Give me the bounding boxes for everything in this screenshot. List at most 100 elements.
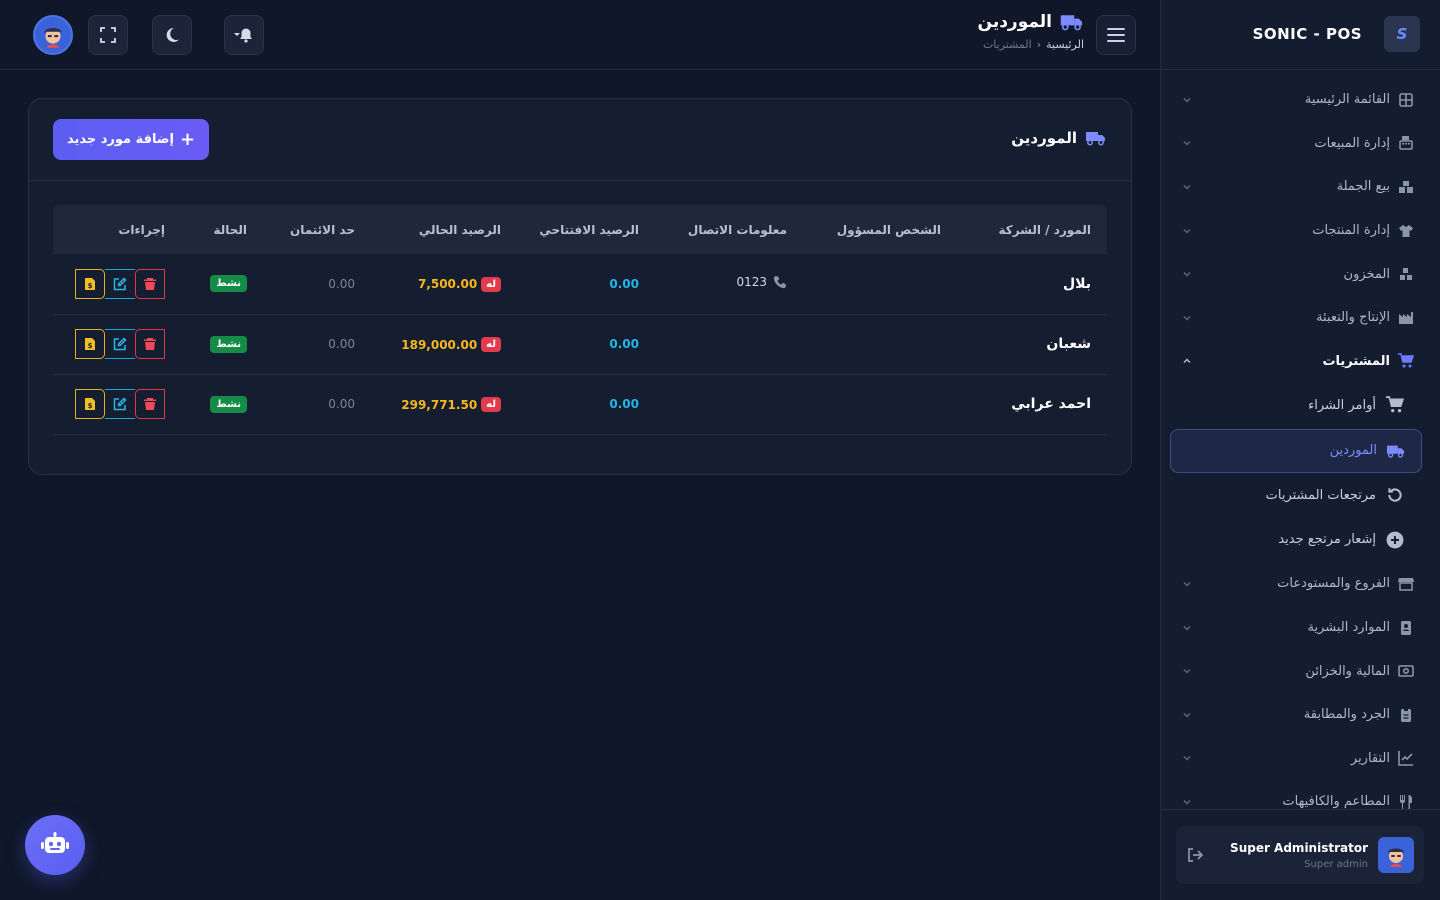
delete-button[interactable] xyxy=(135,389,165,419)
sidebar-item-branches[interactable]: الفروع والمستودعات xyxy=(1160,562,1440,606)
supplier-name[interactable]: شعبان xyxy=(1046,336,1091,352)
sidebar-item-dashboard[interactable]: القائمة الرئيسية xyxy=(1160,78,1440,122)
assistant-bot-button[interactable] xyxy=(25,815,85,875)
table-row[interactable]: احمد عرابي 0.00 له 299,771.50 0.00 نشط $ xyxy=(53,374,1107,435)
statement-button[interactable]: $ xyxy=(75,329,105,359)
edit-icon xyxy=(113,337,127,351)
sidebar-item-label: الجرد والمطابقة xyxy=(1303,707,1390,723)
truck-icon xyxy=(1387,445,1405,458)
menu-toggle-button[interactable] xyxy=(1096,15,1136,55)
user-info: Super Administrator Super admin xyxy=(1214,841,1368,870)
col-credit-limit[interactable]: حد الائتمان xyxy=(263,205,371,254)
sidebar-menu: القائمة الرئيسية إدارة المبيعات بيع الجم… xyxy=(1160,78,1440,824)
sidebar-item-restaurants[interactable]: المطاعم والكافيهات xyxy=(1160,780,1440,824)
chevron-down-icon xyxy=(1183,625,1191,631)
submenu-item-new-return[interactable]: إشعار مرتجع جديد xyxy=(1160,518,1440,563)
row-actions: $ xyxy=(75,389,165,419)
submenu-item-purchase-orders[interactable]: أوامر الشراء xyxy=(1160,383,1440,428)
breadcrumb-home[interactable]: الرئيسية xyxy=(1046,38,1084,51)
col-contact-person[interactable]: الشخص المسؤول xyxy=(803,205,957,254)
edit-button[interactable] xyxy=(105,268,135,299)
card-header: الموردين + إضافة مورد جديد xyxy=(29,99,1131,181)
credit-limit: 0.00 xyxy=(328,397,355,411)
top-header: الموردين الرئيسية › المشتريات xyxy=(0,0,1160,70)
sidebar-item-reports[interactable]: التقارير xyxy=(1160,737,1440,781)
sidebar: S SONIC - POS القائمة الرئيسية إدارة الم… xyxy=(1160,0,1440,900)
fullscreen-button[interactable] xyxy=(88,15,128,55)
supplier-name[interactable]: بلال xyxy=(1063,276,1091,292)
card-title-text: الموردين xyxy=(1011,129,1077,147)
phone-icon xyxy=(773,276,787,289)
shirt-icon xyxy=(1399,224,1413,237)
invoice-dollar-icon: $ xyxy=(85,338,95,350)
col-supplier[interactable]: المورد / الشركة xyxy=(957,205,1107,254)
sidebar-item-label: إدارة المنتجات xyxy=(1312,223,1390,239)
balance-direction-badge: له xyxy=(481,397,501,412)
statement-button[interactable]: $ xyxy=(75,389,105,419)
sidebar-item-products[interactable]: إدارة المنتجات xyxy=(1160,209,1440,253)
user-card[interactable]: Super Administrator Super admin xyxy=(1176,826,1424,884)
col-status[interactable]: الحالة xyxy=(181,205,263,254)
trash-icon xyxy=(144,338,156,350)
sidebar-item-purchases[interactable]: المشتريات xyxy=(1160,340,1440,384)
boxes-icon xyxy=(1399,180,1413,193)
supplier-name[interactable]: احمد عرابي xyxy=(1011,396,1091,412)
sidebar-item-stocktake[interactable]: الجرد والمطابقة xyxy=(1160,693,1440,737)
plus-icon: + xyxy=(179,128,196,150)
sidebar-item-sales[interactable]: إدارة المبيعات xyxy=(1160,122,1440,166)
submenu-item-label: مرتجعات المشتريات xyxy=(1265,487,1376,503)
table-row[interactable]: شعبان 0.00 له 189,000.00 0.00 نشط $ xyxy=(53,314,1107,375)
chevron-up-icon xyxy=(1183,358,1191,364)
sidebar-item-finance[interactable]: المالية والخزائن xyxy=(1160,649,1440,693)
theme-toggle-button[interactable] xyxy=(152,15,192,55)
balance-amount: 189,000.00 xyxy=(401,337,478,352)
delete-button[interactable] xyxy=(135,329,165,359)
card-title: الموردين xyxy=(1011,129,1107,147)
table-row[interactable]: بلال 0123 0.00 له 7,500.00 0.00 نشط $ xyxy=(53,254,1107,315)
opening-balance: 0.00 xyxy=(609,276,639,291)
balance-amount: 299,771.50 xyxy=(401,397,478,412)
invoice-dollar-icon: $ xyxy=(85,277,95,290)
cart-icon xyxy=(1398,353,1414,368)
stock-icon xyxy=(1400,268,1412,281)
breadcrumb: الرئيسية › المشتريات xyxy=(978,38,1084,51)
logout-icon[interactable] xyxy=(1186,846,1204,864)
col-current-balance[interactable]: الرصيد الحالي xyxy=(371,205,517,254)
submenu-item-purchase-returns[interactable]: مرتجعات المشتريات xyxy=(1160,473,1440,518)
utensils-icon xyxy=(1400,794,1412,809)
sidebar-item-label: المالية والخزائن xyxy=(1305,663,1390,679)
col-contact-info[interactable]: معلومات الاتصال xyxy=(655,205,803,254)
notifications-button[interactable] xyxy=(224,15,264,55)
chart-line-icon xyxy=(1398,751,1413,767)
edit-button[interactable] xyxy=(105,329,135,359)
edit-button[interactable] xyxy=(105,389,135,419)
expand-icon xyxy=(100,27,116,43)
delete-button[interactable] xyxy=(135,268,165,299)
page-title-text: الموردين xyxy=(977,12,1052,32)
chevron-down-icon xyxy=(1183,184,1191,190)
divider xyxy=(1161,69,1440,70)
sidebar-item-hr[interactable]: الموارد البشرية xyxy=(1160,606,1440,650)
col-opening-balance[interactable]: الرصيد الافتتاحي xyxy=(517,205,655,254)
sidebar-item-wholesale[interactable]: بيع الجملة xyxy=(1160,165,1440,209)
table-header-row: المورد / الشركة الشخص المسؤول معلومات ال… xyxy=(53,205,1107,254)
balance-amount: 7,500.00 xyxy=(417,277,478,292)
sidebar-item-label: القائمة الرئيسية xyxy=(1304,92,1390,108)
status-badge: نشط xyxy=(210,335,247,353)
money-icon xyxy=(1398,665,1414,677)
credit-limit: 0.00 xyxy=(328,276,355,291)
statement-button[interactable]: $ xyxy=(75,268,105,299)
grid-icon xyxy=(1399,92,1413,107)
sidebar-item-production[interactable]: الإنتاج والتعبئة xyxy=(1160,296,1440,340)
chevron-down-icon xyxy=(1183,97,1191,103)
user-name: Super Administrator xyxy=(1230,840,1368,855)
sidebar-item-inventory[interactable]: المخزون xyxy=(1160,252,1440,296)
add-supplier-button[interactable]: + إضافة مورد جديد xyxy=(53,119,209,160)
chevron-down-icon xyxy=(1183,581,1191,587)
brand[interactable]: S SONIC - POS xyxy=(1253,16,1420,52)
page-title: الموردين xyxy=(978,12,1084,32)
svg-text:$: $ xyxy=(88,402,93,410)
profile-avatar[interactable] xyxy=(33,15,73,55)
submenu-item-suppliers[interactable]: الموردين xyxy=(1170,428,1422,474)
moon-icon xyxy=(166,27,179,42)
